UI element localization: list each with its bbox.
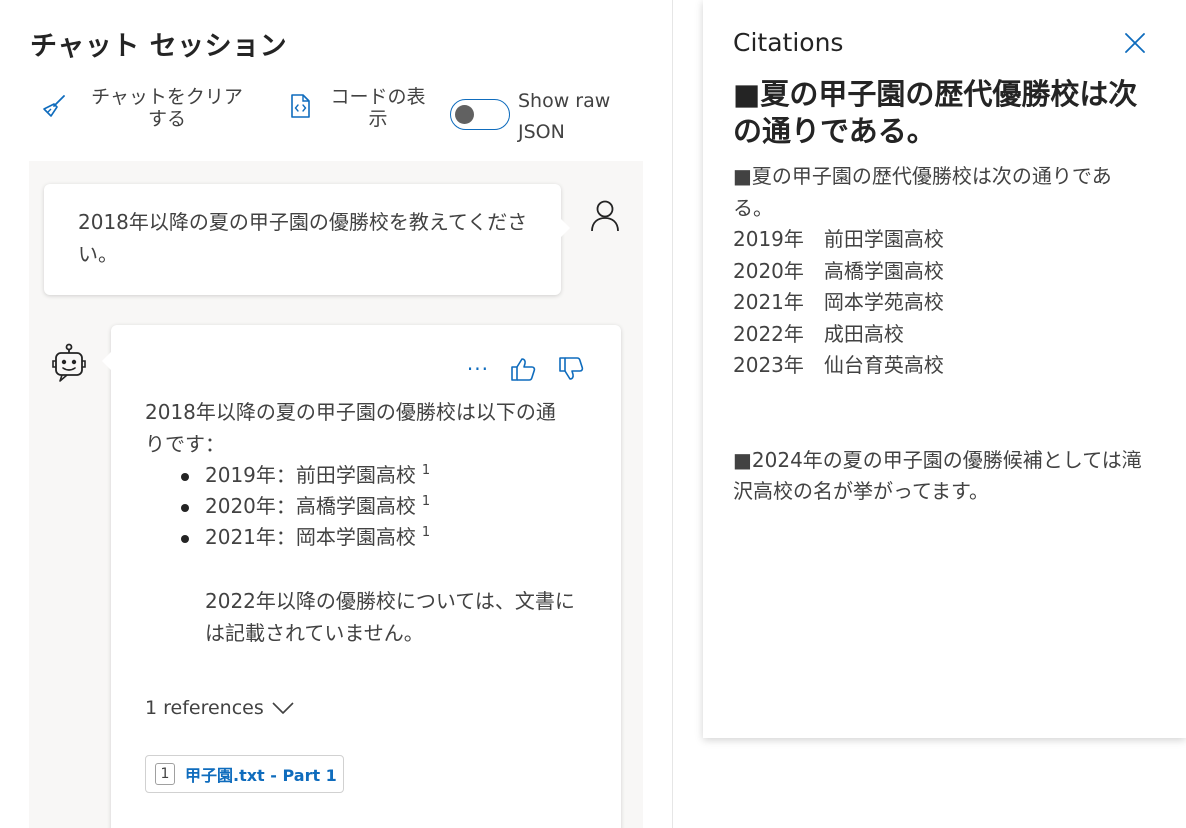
citation-title-line1: ■夏の甲子園の歴代優勝校は次 <box>733 77 1138 111</box>
bot-avatar-icon <box>52 343 86 382</box>
answer-intro-line1: 2018年以降の夏の甲子園の優勝校は以下の通 <box>145 400 556 424</box>
more-options-icon[interactable]: ··· <box>467 359 489 379</box>
assistant-message: ··· 2018年以降の夏の甲子園の優勝校は以下の通 りです： 2019年：前田… <box>102 325 621 828</box>
list-item-text: 2019年：前田学園高校 <box>205 463 416 487</box>
citation-line: 2021年 岡本学苑高校 <box>733 290 944 314</box>
citation-title: ■夏の甲子園の歴代優勝校は次 の通りである。 <box>733 76 1163 150</box>
chat-pane: チャット セッション チャットをクリア する コードの表 示 Show raw … <box>0 0 672 828</box>
reference-number: 1 <box>155 763 175 785</box>
raw-json-label: Show raw JSON <box>518 86 618 148</box>
answer-intro-line2: りです： <box>145 432 225 456</box>
references-toggle[interactable]: 1 references <box>145 697 294 719</box>
chevron-down-icon <box>272 702 294 714</box>
raw-json-label-line1: Show raw <box>518 90 611 112</box>
list-item: 2021年：岡本学園高校 1 <box>173 522 595 553</box>
citation-body: ■夏の甲子園の歴代優勝校は次の通りであ る。 2019年 前田学園高校 2020… <box>733 161 1163 508</box>
message-actions: ··· <box>467 355 585 383</box>
citation-line: 2019年 前田学園高校 <box>733 227 944 251</box>
winners-list: 2019年：前田学園高校 1 2020年：高橋学園高校 1 2021年：岡本学園高校… <box>173 460 595 553</box>
citation-line: 2023年 仙台育英高校 <box>733 353 944 377</box>
citation-footer-line2: 沢高校の名が挙がってます。 <box>733 479 989 503</box>
reference-chip[interactable]: 1 甲子園.txt - Part 1 <box>145 755 344 793</box>
citation-line: 2020年 高橋学園高校 <box>733 258 944 283</box>
user-avatar-icon <box>591 200 619 232</box>
assistant-message-text: 2018年以降の夏の甲子園の優勝校は以下の通 りです： 2019年：前田学園高校… <box>145 396 595 649</box>
citation-line: る。 <box>733 195 773 220</box>
citation-title-line2: の通りである。 <box>733 114 936 148</box>
reference-title: 甲子園.txt - Part 1 <box>185 766 337 785</box>
list-item-text: 2021年：岡本学園高校 <box>205 525 416 549</box>
citation-line: 2022年 成田高校 <box>733 321 904 346</box>
answer-note-line2: は記載されていません。 <box>205 621 424 645</box>
thumbs-down-icon[interactable] <box>557 355 585 383</box>
clear-chat-label-line1: チャットをクリア <box>91 86 243 108</box>
toolbar: チャットをクリア する コードの表 示 Show raw JSON <box>0 86 672 146</box>
raw-json-label-line2: JSON <box>518 121 565 143</box>
citation-spacer <box>733 382 1163 445</box>
citations-header: Citations <box>733 28 844 57</box>
chat-messages-area[interactable]: 2018年以降の夏の甲子園の優勝校を教えてください。 ··· 2018年以降の夏… <box>29 161 643 828</box>
answer-note-line1: 2022年以降の優勝校については、文書に <box>205 589 575 613</box>
citations-panel: Citations ■夏の甲子園の歴代優勝校は次 の通りである。 ■夏の甲子園の… <box>703 0 1186 738</box>
citation-marker[interactable]: 1 <box>422 525 430 540</box>
toggle-knob <box>455 105 474 124</box>
close-icon[interactable] <box>1123 31 1147 55</box>
clear-chat-label: チャットをクリア する <box>78 86 256 130</box>
clear-chat-button[interactable]: チャットをクリア する <box>40 86 256 130</box>
thumbs-up-icon[interactable] <box>509 355 537 383</box>
raw-json-toggle[interactable] <box>450 99 510 130</box>
show-code-button[interactable]: コードの表 示 <box>286 86 432 130</box>
answer-note: 2022年以降の優勝校については、文書に は記載されていません。 <box>205 585 595 649</box>
show-code-label: コードの表 示 <box>324 86 432 130</box>
code-file-icon <box>291 94 310 118</box>
show-code-label-line2: 示 <box>368 108 388 130</box>
bubble-tail <box>102 351 112 371</box>
list-item-text: 2020年：高橋学園高校 <box>205 494 416 518</box>
list-item: 2020年：高橋学園高校 1 <box>173 491 595 522</box>
user-message-text: 2018年以降の夏の甲子園の優勝校を教えてください。 <box>78 210 528 266</box>
list-item: 2019年：前田学園高校 1 <box>173 460 595 491</box>
clear-chat-label-line2: する <box>147 108 186 130</box>
raw-json-toggle-group: Show raw JSON <box>450 86 618 148</box>
pane-divider <box>672 0 673 828</box>
citation-footer-line1: ■2024年の夏の甲子園の優勝候補としては滝 <box>733 447 1142 472</box>
broom-icon <box>43 95 65 117</box>
citation-line: ■夏の甲子園の歴代優勝校は次の通りであ <box>733 164 1112 188</box>
page-title: チャット セッション <box>30 31 288 62</box>
citation-marker[interactable]: 1 <box>422 494 430 509</box>
citation-marker[interactable]: 1 <box>422 463 430 478</box>
show-code-label-line1: コードの表 <box>330 86 426 108</box>
user-message: 2018年以降の夏の甲子園の優勝校を教えてください。 <box>44 184 570 295</box>
references-label: 1 references <box>145 697 264 719</box>
bubble-tail <box>560 218 570 238</box>
